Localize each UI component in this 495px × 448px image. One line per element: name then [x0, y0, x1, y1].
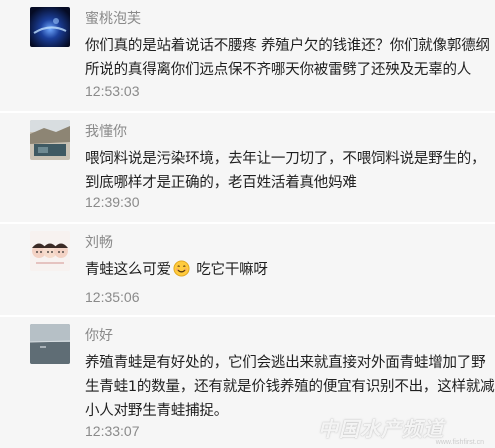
- username[interactable]: 刘畅: [85, 234, 113, 252]
- comment-text: 青蛙这么可爱 吃它干嘛呀: [85, 258, 485, 282]
- watermark: 中国水产频道 www.fishfirst.cn: [318, 416, 488, 446]
- comment-text-after-emoji: 吃它干嘛呀: [196, 262, 268, 278]
- comment-item: 刘畅 青蛙这么可爱 吃它干嘛呀 12:35:06: [0, 224, 495, 315]
- timestamp: 12:39:30: [85, 194, 140, 210]
- comment-text-line: 生青蛙1的数量，还有就是价钱养殖的便宜有识别不出，这样就减: [85, 379, 495, 395]
- watermark-url: www.fishfirst.cn: [435, 439, 484, 446]
- avatar[interactable]: [30, 120, 70, 160]
- comment-text-line: 你们真的是站着说话不腰疼 养殖户欠的钱谁还？你们就像郭德纲: [85, 38, 490, 54]
- avatar[interactable]: [30, 7, 70, 47]
- comment-text: 喂饲料说是污染环境，去年让一刀切了，不喂饲料说是野生的， 到底哪样才是正确的，老…: [85, 147, 486, 195]
- avatar[interactable]: [30, 324, 70, 364]
- comment-text: 你们真的是站着说话不腰疼 养殖户欠的钱谁还？你们就像郭德纲 所说的真得离你们远点…: [85, 34, 490, 82]
- timestamp: 12:35:06: [85, 289, 140, 305]
- avatar[interactable]: [30, 231, 70, 271]
- smiley-emoji-icon: [173, 260, 190, 277]
- username[interactable]: 蜜桃泡芙: [85, 10, 141, 28]
- comment-text: 养殖青蛙是有好处的，它们会逃出来就直接对外面青蛙增加了野 生青蛙1的数量，还有就…: [85, 351, 495, 423]
- comment-text-line: 青蛙这么可爱 吃它干嘛呀: [85, 258, 485, 282]
- comment-item: 蜜桃泡芙 你们真的是站着说话不腰疼 养殖户欠的钱谁还？你们就像郭德纲 所说的真得…: [0, 0, 495, 111]
- timestamp: 12:53:03: [85, 83, 140, 99]
- username[interactable]: 我懂你: [85, 123, 127, 141]
- comment-item: 我懂你 喂饲料说是污染环境，去年让一刀切了，不喂饲料说是野生的， 到底哪样才是正…: [0, 113, 495, 222]
- comment-text-line: 所说的真得离你们远点保不齐哪天你被雷劈了还殃及无辜的人: [85, 62, 472, 78]
- comment-text-line: 到底哪样才是正确的，老百姓活着真他妈难: [85, 175, 357, 191]
- comment-text-line: 养殖青蛙是有好处的，它们会逃出来就直接对外面青蛙增加了野: [85, 355, 486, 371]
- comment-text-line: 喂饲料说是污染环境，去年让一刀切了，不喂饲料说是野生的，: [85, 151, 486, 167]
- timestamp: 12:33:07: [85, 423, 140, 439]
- username[interactable]: 你好: [85, 327, 113, 345]
- watermark-title: 中国水产频道: [318, 417, 444, 441]
- comment-text-before-emoji: 青蛙这么可爱: [85, 262, 171, 278]
